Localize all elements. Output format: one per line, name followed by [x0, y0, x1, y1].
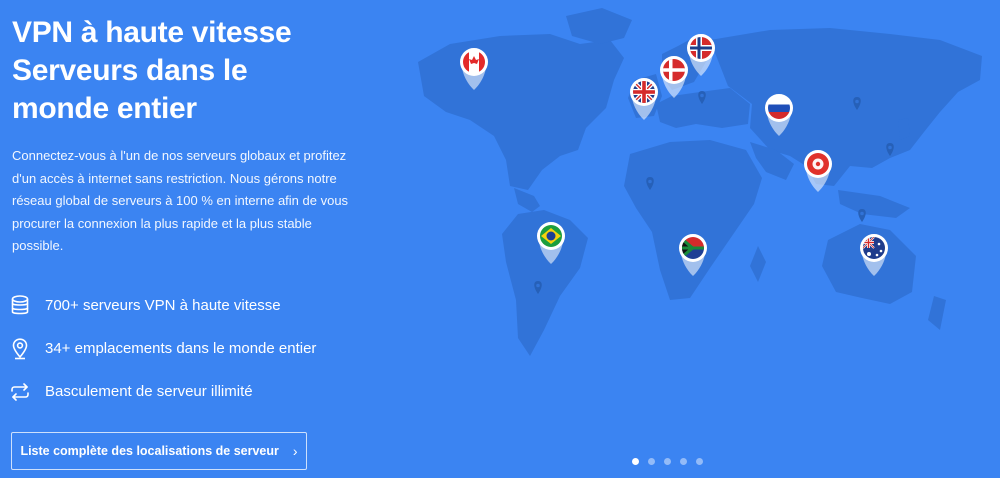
feature-label: 34+ emplacements dans le monde entier: [45, 340, 317, 357]
hong-kong-flag-marker[interactable]: [804, 150, 832, 192]
carousel-dot[interactable]: [680, 458, 687, 465]
title-line: Serveurs dans le: [12, 54, 248, 87]
chevron-right-icon: ›: [292, 443, 298, 459]
server-locations-button-label: Liste complète des localisations de serv…: [20, 444, 279, 458]
carousel-dot[interactable]: [664, 458, 671, 465]
feature-label: 700+ serveurs VPN à haute vitesse: [45, 297, 281, 314]
location-pin-icon: [858, 209, 866, 222]
title-line: VPN à haute vitesse: [12, 16, 292, 49]
database-icon: [10, 295, 30, 317]
feature-list: 700+ serveurs VPN à haute vitesse 34+ em…: [10, 284, 350, 413]
denmark-flag-marker[interactable]: [660, 56, 688, 98]
world-map: [418, 8, 982, 356]
page-title: VPN à haute vitesse Serveurs dans le mon…: [12, 14, 342, 128]
repeat-arrows-icon: [10, 381, 30, 403]
server-locations-button[interactable]: Liste complète des localisations de serv…: [11, 432, 307, 470]
feature-item-switching: Basculement de serveur illimité: [10, 370, 350, 413]
title-line: monde entier: [12, 92, 197, 125]
carousel-dot[interactable]: [632, 458, 639, 465]
feature-item-locations: 34+ emplacements dans le monde entier: [10, 327, 350, 370]
hero-section: VPN à haute vitesse Serveurs dans le mon…: [0, 0, 1000, 478]
feature-item-servers: 700+ serveurs VPN à haute vitesse: [10, 284, 350, 327]
location-pin-icon: [10, 337, 30, 360]
feature-label: Basculement de serveur illimité: [45, 383, 253, 400]
carousel-pagination: [632, 458, 703, 465]
carousel-dot[interactable]: [696, 458, 703, 465]
carousel-dot[interactable]: [648, 458, 655, 465]
hero-description: Connectez-vous à l'un de nos serveurs gl…: [12, 148, 349, 253]
